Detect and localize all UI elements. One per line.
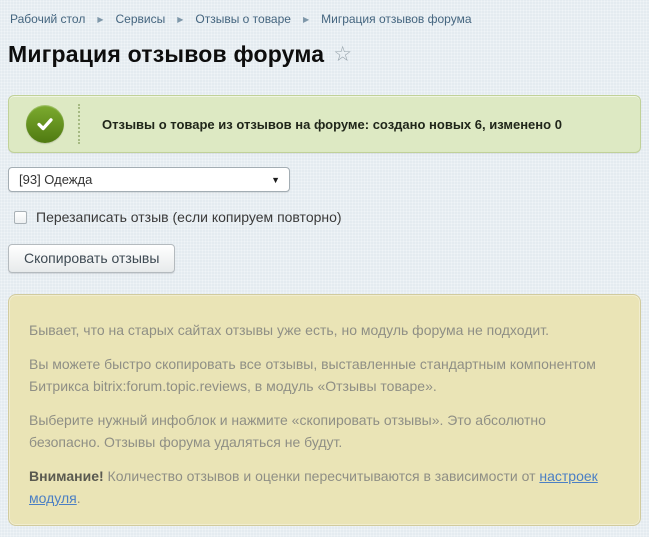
breadcrumb-item-product-reviews[interactable]: Отзывы о товаре xyxy=(195,12,291,26)
breadcrumb-arrow-icon: ▶ xyxy=(303,15,309,24)
success-message-box: Отзывы о товаре из отзывов на форуме: со… xyxy=(8,95,641,153)
page-title-text: Миграция отзывов форума xyxy=(8,41,324,67)
info-paragraph-1: Бывает, что на старых сайтах отзывы уже … xyxy=(29,319,620,341)
warning-label: Внимание! xyxy=(29,468,104,484)
breadcrumb-item-services[interactable]: Сервисы xyxy=(115,12,165,26)
overwrite-checkbox-label: Перезаписать отзыв (если копируем повтор… xyxy=(36,209,342,225)
warning-text: Количество отзывов и оценки пересчитываю… xyxy=(108,468,536,484)
page-title: Миграция отзывов форума ☆ xyxy=(8,41,641,68)
breadcrumb-item-desktop[interactable]: Рабочий стол xyxy=(10,12,85,26)
copy-reviews-button[interactable]: Скопировать отзывы xyxy=(8,244,175,273)
overwrite-checkbox-row[interactable]: Перезаписать отзыв (если копируем повтор… xyxy=(14,209,641,225)
help-info-box: Бывает, что на старых сайтах отзывы уже … xyxy=(8,294,641,526)
favorite-star-icon[interactable]: ☆ xyxy=(333,42,352,67)
info-paragraph-3: Выберите нужный инфоблок и нажмите «скоп… xyxy=(29,409,620,453)
info-paragraph-2: Вы можете быстро скопировать все отзывы,… xyxy=(29,353,620,397)
breadcrumb-arrow-icon: ▶ xyxy=(97,15,103,24)
warning-suffix: . xyxy=(77,490,81,506)
breadcrumb-arrow-icon: ▶ xyxy=(177,15,183,24)
infoblock-select[interactable]: [93] Одежда ▼ xyxy=(8,167,290,192)
infoblock-select-value: [93] Одежда xyxy=(19,172,92,187)
breadcrumb-item-forum-reviews-migration[interactable]: Миграция отзывов форума xyxy=(321,12,471,26)
check-icon xyxy=(26,105,64,143)
success-message-text: Отзывы о товаре из отзывов на форуме: со… xyxy=(80,107,582,142)
info-paragraph-warning: Внимание! Количество отзывов и оценки пе… xyxy=(29,465,620,509)
overwrite-checkbox[interactable] xyxy=(14,211,27,224)
breadcrumb: Рабочий стол ▶ Сервисы ▶ Отзывы о товаре ▶ Миг… xyxy=(0,0,649,26)
chevron-down-icon: ▼ xyxy=(271,175,280,185)
